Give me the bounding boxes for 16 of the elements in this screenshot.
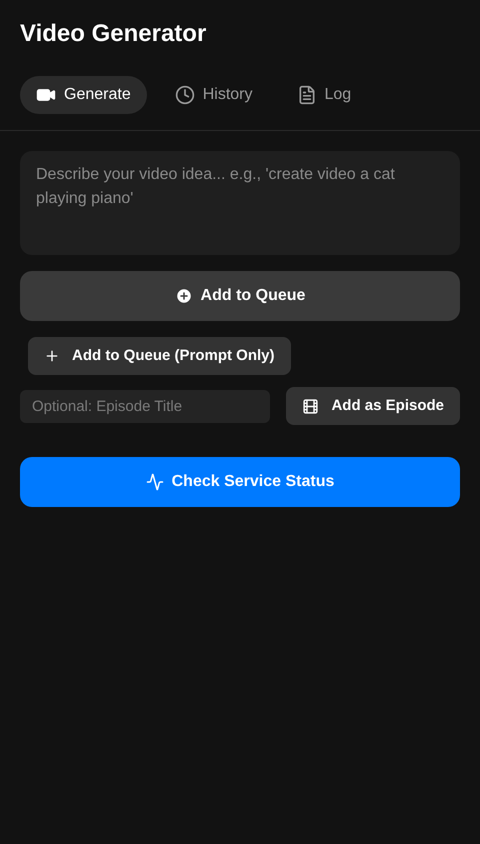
- prompt-field[interactable]: Describe your video idea... e.g., 'create video a cat playing piano': [20, 151, 460, 255]
- plus-circle-icon: [174, 287, 193, 305]
- tab[interactable]: Log: [280, 76, 368, 114]
- episode-title-field[interactable]: Optional: Episode Title: [20, 390, 270, 422]
- pulse-icon: [146, 473, 164, 491]
- tab[interactable]: Generate: [20, 76, 147, 114]
- add-as-episode-button[interactable]: Add as Episode: [286, 387, 460, 425]
- document-icon: [296, 85, 316, 105]
- add-prompt-only-button[interactable]: Add to Queue (Prompt Only): [28, 337, 290, 375]
- film-icon: [302, 398, 320, 414]
- clock-icon: [174, 85, 195, 105]
- tab[interactable]: History: [158, 76, 268, 114]
- plus-icon: [44, 348, 60, 364]
- add-to-queue-button[interactable]: Add to Queue: [20, 271, 460, 321]
- app-title: Video Generator: [19, 19, 208, 49]
- check-status-button[interactable]: Check Service Status: [20, 457, 460, 507]
